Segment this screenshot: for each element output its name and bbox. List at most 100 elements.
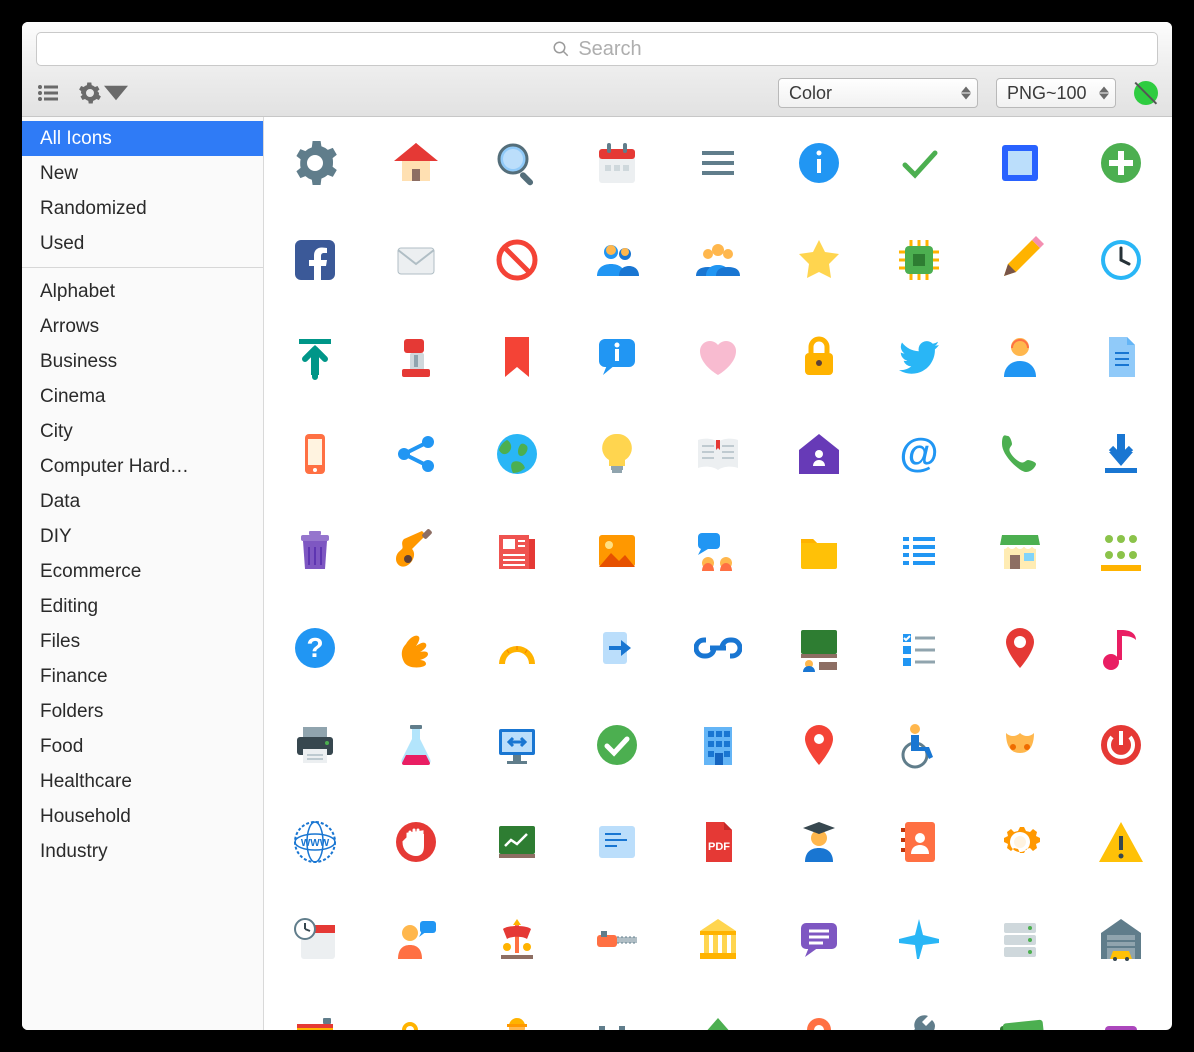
icon-camera-retro[interactable] bbox=[286, 1008, 345, 1030]
icon-group-small[interactable] bbox=[588, 232, 647, 287]
icon-link[interactable] bbox=[689, 620, 748, 675]
icon-twitter[interactable] bbox=[890, 329, 949, 384]
icon-open-book[interactable] bbox=[689, 426, 748, 481]
icon-checkmark[interactable] bbox=[890, 135, 949, 190]
icon-folder[interactable] bbox=[789, 523, 848, 578]
icon-todo-list[interactable] bbox=[890, 620, 949, 675]
icon-shop[interactable] bbox=[991, 523, 1050, 578]
icon-government[interactable] bbox=[689, 911, 748, 966]
icon-info-bubble[interactable] bbox=[588, 329, 647, 384]
icon-news[interactable] bbox=[487, 523, 546, 578]
icon-applause[interactable] bbox=[387, 620, 446, 675]
icon-schedule[interactable] bbox=[286, 911, 345, 966]
icon-info[interactable] bbox=[789, 135, 848, 190]
format-dropdown[interactable]: PNG~100 bbox=[996, 78, 1116, 108]
sidebar-item-business[interactable]: Business bbox=[22, 344, 263, 379]
sidebar-item-all-icons[interactable]: All Icons bbox=[22, 121, 263, 156]
icon-airplane[interactable] bbox=[890, 911, 949, 966]
sidebar-item-files[interactable]: Files bbox=[22, 624, 263, 659]
icon-help[interactable]: ? bbox=[286, 620, 345, 675]
icon-facebook[interactable] bbox=[286, 232, 345, 287]
icon-lock[interactable] bbox=[789, 329, 848, 384]
icon-money[interactable]: $ bbox=[991, 1008, 1050, 1030]
sidebar-item-cinema[interactable]: Cinema bbox=[22, 379, 263, 414]
icon-right-arrow[interactable] bbox=[588, 620, 647, 675]
icon-map-marker[interactable] bbox=[991, 620, 1050, 675]
settings-menu-button[interactable] bbox=[78, 81, 128, 105]
icon-mixer[interactable] bbox=[387, 329, 446, 384]
sidebar-item-diy[interactable]: DIY bbox=[22, 519, 263, 554]
icon-phone-call[interactable] bbox=[991, 426, 1050, 481]
icon-garage[interactable] bbox=[1091, 911, 1150, 966]
icon-settings[interactable] bbox=[286, 135, 345, 190]
sidebar-item-household[interactable]: Household bbox=[22, 799, 263, 834]
sidebar-item-alphabet[interactable]: Alphabet bbox=[22, 274, 263, 309]
icon-pin[interactable] bbox=[789, 717, 848, 772]
icon-pencil[interactable] bbox=[991, 232, 1050, 287]
icon-geo-pin[interactable] bbox=[789, 1008, 848, 1030]
icon-bookmark[interactable] bbox=[487, 329, 546, 384]
icon-worker[interactable] bbox=[487, 1008, 546, 1030]
icon-trash[interactable] bbox=[286, 523, 345, 578]
sidebar-item-finance[interactable]: Finance bbox=[22, 659, 263, 694]
icon-wheelchair[interactable] bbox=[890, 717, 949, 772]
icon-search[interactable] bbox=[487, 135, 546, 190]
icon-document[interactable] bbox=[1091, 329, 1150, 384]
icon-settings-gears[interactable] bbox=[387, 1008, 446, 1030]
icon-warning[interactable] bbox=[1091, 814, 1150, 869]
style-dropdown[interactable]: Color bbox=[778, 78, 978, 108]
icon-frame[interactable] bbox=[991, 135, 1050, 190]
icon-bedroom[interactable] bbox=[789, 426, 848, 481]
icon-calendar[interactable] bbox=[588, 135, 647, 190]
icon-power[interactable] bbox=[1091, 717, 1150, 772]
icon-upload[interactable] bbox=[286, 329, 345, 384]
icon-guitar[interactable] bbox=[387, 523, 446, 578]
icon-graduate[interactable] bbox=[789, 814, 848, 869]
icon-picture[interactable] bbox=[588, 523, 647, 578]
sidebar-item-ecommerce[interactable]: Ecommerce bbox=[22, 554, 263, 589]
icon-server[interactable] bbox=[991, 911, 1050, 966]
icon-office[interactable] bbox=[689, 717, 748, 772]
sidebar-item-randomized[interactable]: Randomized bbox=[22, 191, 263, 226]
icon-home[interactable] bbox=[387, 135, 446, 190]
icon-star[interactable] bbox=[789, 232, 848, 287]
icon-protractor[interactable] bbox=[487, 620, 546, 675]
icon-user-chat[interactable] bbox=[387, 911, 446, 966]
icon-chainsaw[interactable] bbox=[588, 911, 647, 966]
sidebar-item-arrows[interactable]: Arrows bbox=[22, 309, 263, 344]
icon-globe[interactable] bbox=[487, 426, 546, 481]
icon-heart[interactable] bbox=[689, 329, 748, 384]
sidebar-item-city[interactable]: City bbox=[22, 414, 263, 449]
icon-pdf[interactable]: PDF bbox=[689, 814, 748, 869]
icon-share[interactable] bbox=[387, 426, 446, 481]
sidebar-item-folders[interactable]: Folders bbox=[22, 694, 263, 729]
icon-display-settings[interactable] bbox=[487, 717, 546, 772]
icon-phone[interactable] bbox=[286, 426, 345, 481]
icon-caliper[interactable] bbox=[588, 1008, 647, 1030]
icon-conference[interactable] bbox=[1091, 523, 1150, 578]
icon-music[interactable] bbox=[1091, 620, 1150, 675]
icon-gear-config[interactable] bbox=[991, 814, 1050, 869]
sidebar-item-data[interactable]: Data bbox=[22, 484, 263, 519]
icon-stop-hand[interactable] bbox=[387, 814, 446, 869]
sidebar-item-computer-hard-[interactable]: Computer Hard… bbox=[22, 449, 263, 484]
icon-classroom[interactable] bbox=[789, 620, 848, 675]
icon-chat[interactable] bbox=[789, 911, 848, 966]
icon-group-large[interactable] bbox=[689, 232, 748, 287]
icon-idea[interactable] bbox=[588, 426, 647, 481]
icon-list[interactable] bbox=[890, 523, 949, 578]
icon-at-sign[interactable]: @ bbox=[890, 426, 949, 481]
icon-add[interactable] bbox=[1091, 135, 1150, 190]
icon-flask[interactable] bbox=[387, 717, 446, 772]
icon-user[interactable] bbox=[991, 329, 1050, 384]
icon-ok[interactable] bbox=[588, 717, 647, 772]
icon-code[interactable] bbox=[588, 814, 647, 869]
icon-up-arrow[interactable] bbox=[689, 1008, 748, 1030]
icon-wrench[interactable] bbox=[890, 1008, 949, 1030]
icon-www[interactable]: WWW bbox=[286, 814, 345, 869]
icon-commute[interactable] bbox=[689, 523, 748, 578]
recolor-button[interactable] bbox=[1134, 81, 1158, 105]
icon-mail[interactable] bbox=[387, 232, 446, 287]
icon-chip[interactable] bbox=[890, 232, 949, 287]
icon-sofa[interactable] bbox=[1091, 1008, 1150, 1030]
